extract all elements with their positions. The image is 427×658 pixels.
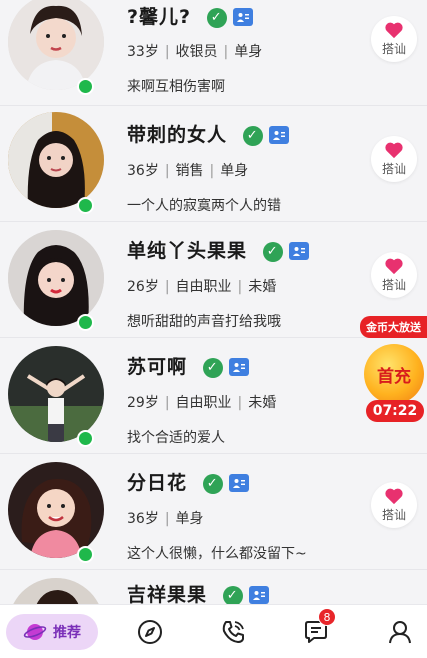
online-indicator [77, 314, 94, 331]
heart-icon [385, 142, 403, 159]
user-signature: 来啊互相伤害啊 [127, 79, 225, 95]
online-indicator [77, 430, 94, 447]
user-name: 分日花 ✓ [127, 468, 249, 495]
avatar[interactable] [8, 230, 104, 326]
phone-call-icon [222, 620, 244, 643]
user-meta: 36岁 | 单身 [127, 511, 204, 527]
user-name: 苏可啊 ✓ [127, 352, 249, 379]
coin-icon: 首充 [364, 344, 424, 404]
unread-badge: 8 [318, 608, 336, 626]
verified-icon: ✓ [202, 473, 223, 494]
promo-countdown: 07:22 [366, 400, 424, 422]
id-card-icon [228, 473, 249, 492]
avatar[interactable] [8, 462, 104, 558]
heart-icon [385, 258, 403, 275]
first-recharge-promo[interactable]: 金币大放送 首充 07:22 [360, 316, 427, 428]
tab-recommend[interactable]: 推荐 [6, 614, 98, 650]
user-name: 吉祥果果 ✓ [127, 580, 269, 607]
user-card[interactable]: ?馨儿? ✓ 33岁 | 收银员 | 单身 来啊互相伤害啊 搭讪 [0, 0, 427, 106]
tab-calls[interactable] [213, 605, 253, 658]
id-card-icon [232, 7, 253, 26]
verified-icon: ✓ [206, 7, 227, 28]
user-list: ?馨儿? ✓ 33岁|收银员|单身 来啊互相伤害啊 搭讪 带刺的女人 ✓ [0, 0, 427, 610]
avatar[interactable] [8, 346, 104, 442]
promo-banner: 金币大放送 [360, 316, 427, 338]
heart-icon [385, 488, 403, 505]
user-meta: 33岁 | 收银员 | 单身 [127, 44, 263, 60]
user-signature: 一个人的寂寞两个人的错 [127, 198, 281, 214]
verified-icon: ✓ [222, 585, 243, 606]
online-indicator [77, 78, 94, 95]
user-name: 带刺的女人 ✓ [127, 120, 289, 147]
tab-profile[interactable] [380, 605, 420, 658]
user-meta: 29岁 | 自由职业 | 未婚 [127, 395, 277, 411]
verified-icon: ✓ [242, 125, 263, 146]
verified-icon: ✓ [202, 357, 223, 378]
user-card[interactable]: 分日花 ✓ 36岁 | 单身 这个人很懒，什么都没留下~ 搭讪 [0, 454, 427, 570]
user-signature: 这个人很懒，什么都没留下~ [127, 546, 307, 562]
planet-icon [23, 624, 47, 640]
user-name: ?馨儿? ✓ [127, 2, 253, 29]
user-meta: 26岁 | 自由职业 | 未婚 [127, 279, 277, 295]
chat-up-button[interactable]: 搭讪 [371, 136, 417, 182]
chat-up-button[interactable]: 搭讪 [371, 252, 417, 298]
online-indicator [77, 546, 94, 563]
id-card-icon [288, 241, 309, 260]
chat-up-button[interactable]: 搭讪 [371, 482, 417, 528]
online-indicator [77, 197, 94, 214]
avatar[interactable] [8, 0, 104, 90]
bottom-tab-bar: 推荐 8 [0, 604, 427, 658]
chat-up-button[interactable]: 搭讪 [371, 16, 417, 62]
id-card-icon [268, 125, 289, 144]
avatar[interactable] [8, 112, 104, 208]
compass-icon [138, 619, 162, 644]
id-card-icon [228, 357, 249, 376]
user-card[interactable]: 带刺的女人 ✓ 36岁 | 销售 | 单身 一个人的寂寞两个人的错 搭讪 [0, 106, 427, 222]
user-name: 单纯丫头果果 ✓ [127, 236, 309, 263]
tab-discover[interactable] [130, 605, 170, 658]
promo-title: 首充 [377, 366, 411, 387]
heart-icon [385, 22, 403, 39]
verified-icon: ✓ [262, 241, 283, 262]
profile-icon [389, 620, 411, 643]
user-signature: 找个合适的爱人 [127, 430, 225, 446]
user-meta: 36岁 | 销售 | 单身 [127, 163, 249, 179]
user-signature: 想听甜甜的声音打给我哦 [127, 314, 281, 330]
id-card-icon [248, 585, 269, 604]
